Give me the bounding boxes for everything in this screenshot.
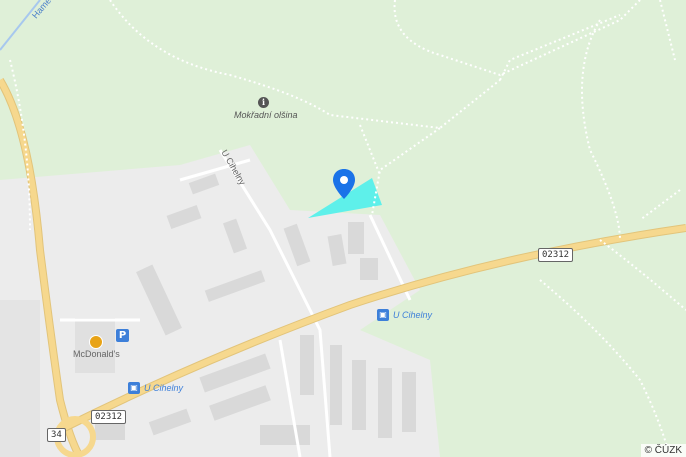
bus-stop-label: U Cihelny [144, 383, 184, 393]
map-canvas[interactable]: i Mokřadní olšina U Cihelny Hame 02312 0… [0, 0, 686, 457]
bus-stop-icon: ▣ [128, 382, 140, 394]
bus-stop[interactable]: ▣ U Cihelny [128, 382, 183, 394]
urban-area-left [0, 300, 40, 457]
route-shield: 02312 [91, 410, 127, 424]
route-shield: 34 [47, 428, 66, 442]
poi-label: Mokřadní olšina [234, 110, 298, 120]
copyright-notice: © ČÚZK [640, 444, 686, 457]
restaurant-label: McDonald's [73, 349, 120, 359]
map-base-layer [0, 0, 686, 457]
bus-stop-icon: ▣ [377, 309, 389, 321]
bus-stop[interactable]: ▣ U Cihelny [377, 309, 432, 321]
parking-icon[interactable]: P [116, 329, 129, 342]
restaurant-icon[interactable] [89, 335, 103, 349]
route-shield: 02312 [538, 248, 574, 262]
bus-stop-label: U Cihelny [393, 310, 433, 320]
info-poi-icon[interactable]: i [258, 97, 269, 108]
